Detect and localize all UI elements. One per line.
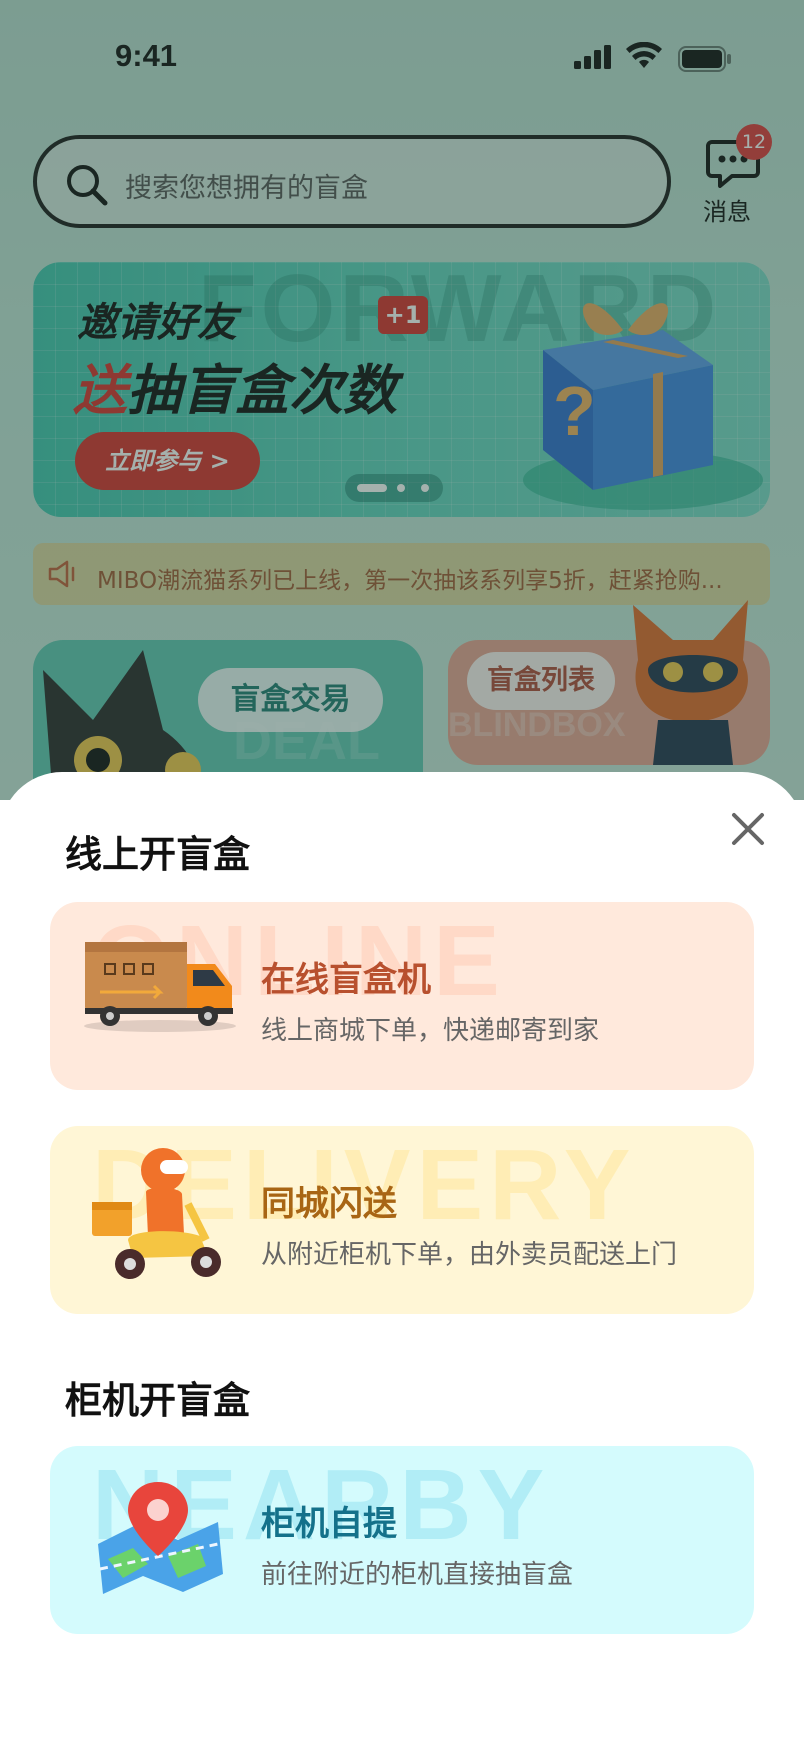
option-title: 柜机自提 — [261, 1504, 397, 1544]
option-subtitle: 从附近柜机下单，由外卖员配送上门 — [261, 1240, 678, 1270]
modal-overlay[interactable] — [0, 0, 804, 800]
map-pin-icon — [98, 1482, 223, 1594]
option-subtitle: 线上商城下单，快递邮寄到家 — [261, 1016, 600, 1046]
close-icon[interactable] — [728, 809, 768, 849]
option-title: 同城闪送 — [261, 1184, 397, 1224]
section-title-cabinet: 柜机开盲盒 — [65, 1379, 250, 1422]
option-online-machine[interactable]: ONLINE 在线盲盒机 线上商城下单，快递邮寄到家 — [50, 902, 754, 1090]
option-city-delivery[interactable]: DELIVERY 同城闪送 从附近柜机下单，由外卖员配送上门 — [50, 1126, 754, 1314]
option-subtitle: 前往附近的柜机直接抽盲盒 — [261, 1560, 574, 1590]
section-title-online: 线上开盲盒 — [65, 833, 250, 876]
scooter-courier-icon — [92, 1148, 221, 1279]
option-title: 在线盲盒机 — [261, 960, 431, 1000]
option-cabinet-pickup[interactable]: NEARBY 柜机自提 前往附近的柜机直接抽盲盒 — [50, 1446, 754, 1634]
delivery-truck-icon — [84, 942, 236, 1032]
